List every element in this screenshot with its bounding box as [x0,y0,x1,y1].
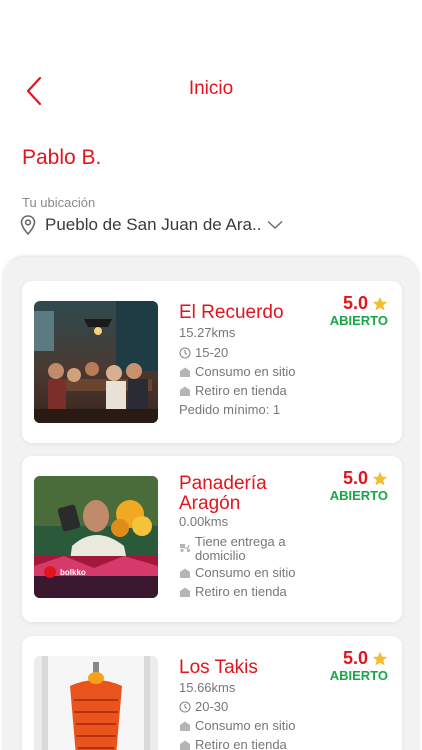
page-title: Inicio [188,78,234,99]
user-name: Pablo B. [22,146,102,169]
prep-time: 15-20 [179,346,228,360]
restaurant-image: bolkko [34,476,158,598]
prep-time: 20-30 [179,700,228,714]
min-order: Pedido mínimo: 1 [179,402,281,417]
delivery-scooter-icon [180,544,191,553]
feature-label: Tiene entrega a domicilio [195,534,286,563]
rating: 5.0 [343,293,388,314]
restaurant-card[interactable]: Los Takis 5.0 ABIERTO 15.66kms 20-30 Con… [22,636,402,750]
store-icon [180,721,190,731]
star-icon [372,296,388,310]
header: Inicio [0,68,422,112]
store-icon [180,568,190,578]
distance: 0.00kms [179,514,229,529]
distance: 15.27kms [179,325,236,340]
store-icon [180,386,190,396]
restaurant-card[interactable]: bolkko Panadería Aragón 5.0 ABIERTO 0.00… [22,456,402,622]
feature-pickup: Retiro en tienda [179,738,287,750]
star-icon [372,471,388,485]
restaurant-name: Panadería Aragón [179,474,267,514]
status-badge: ABIERTO [329,313,388,328]
feature-delivery: Tiene entrega a domicilio [179,535,319,563]
feature-pickup: Retiro en tienda [179,585,287,599]
restaurant-name: El Recuerdo [179,302,284,323]
store-icon [180,740,190,750]
feature-label: Consumo en sitio [195,565,296,580]
feature-dine-in: Consumo en sitio [179,719,295,733]
restaurant-name: Los Takis [179,657,258,678]
rating: 5.0 [343,648,388,669]
distance: 15.66kms [179,680,236,695]
rating-value: 5.0 [342,468,368,488]
rating: 5.0 [343,468,388,489]
location-pin-icon [20,215,36,235]
feature-label: Retiro en tienda [195,737,287,750]
store-icon [180,367,190,377]
location-selector[interactable]: Pueblo de San Juan de Ara.. [20,213,283,237]
restaurant-image [34,656,158,750]
star-icon [372,651,388,665]
chevron-down-icon [267,220,283,229]
feature-dine-in: Consumo en sitio [179,566,295,580]
feature-pickup: Retiro en tienda [179,384,287,398]
clock-icon [179,347,191,359]
location-value: Pueblo de San Juan de Ara.. [45,215,262,234]
feature-dine-in: Consumo en sitio [179,365,295,379]
rating-value: 5.0 [342,648,368,668]
feature-label: Consumo en sitio [195,364,296,379]
prep-time-value: 15-20 [195,345,229,360]
restaurant-name-line: Aragón [179,493,241,514]
feature-label: Retiro en tienda [195,584,287,599]
restaurant-name-line: Panadería [179,473,267,494]
restaurant-image [34,301,158,423]
feature-label: Retiro en tienda [195,383,287,398]
status-badge: ABIERTO [329,668,388,683]
restaurant-card[interactable]: El Recuerdo 5.0 ABIERTO 15.27kms 15-20 C… [22,281,402,443]
feature-label: Consumo en sitio [195,718,296,733]
prep-time-value: 20-30 [195,699,229,714]
clock-icon [179,701,191,713]
status-badge: ABIERTO [329,488,388,503]
location-label: Tu ubicación [22,195,96,210]
rating-value: 5.0 [342,293,368,313]
bolkko-logo: bolkko [60,568,86,577]
store-icon [180,587,190,597]
